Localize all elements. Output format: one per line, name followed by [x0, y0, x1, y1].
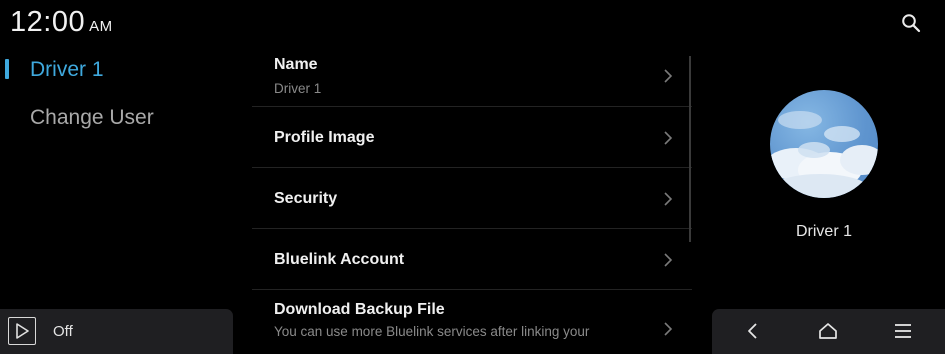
chevron-right-icon	[664, 131, 673, 145]
media-status-label: Off	[53, 323, 73, 340]
row-title: Profile Image	[274, 129, 375, 146]
row-title: Name	[274, 56, 318, 73]
profile-avatar[interactable]	[770, 90, 878, 198]
clock-time: 12:00	[10, 6, 86, 38]
home-button[interactable]	[816, 319, 840, 343]
row-title: Security	[274, 190, 338, 207]
settings-row-bluelink-account[interactable]: Bluelink Account	[252, 229, 692, 290]
search-button[interactable]	[898, 10, 924, 36]
list-scrollbar[interactable]	[689, 56, 691, 242]
row-title: Download Backup File	[274, 301, 445, 318]
back-icon	[748, 323, 757, 339]
chevron-right-icon	[664, 322, 673, 336]
chevron-right-icon	[664, 69, 673, 83]
sidebar-item-change-user[interactable]: Change User	[30, 106, 154, 130]
clock-ampm: AM	[89, 18, 113, 35]
back-button[interactable]	[741, 319, 765, 343]
search-icon	[902, 14, 921, 33]
menu-button[interactable]	[891, 319, 915, 343]
sidebar-active-indicator	[5, 59, 9, 79]
clock: 12:00 AM	[10, 6, 113, 39]
cloud-sky-image	[770, 111, 878, 198]
chevron-right-icon	[664, 253, 673, 267]
home-icon	[819, 323, 837, 339]
settings-row-name[interactable]: Name Driver 1	[252, 46, 692, 107]
menu-icon	[895, 324, 911, 338]
row-subtitle: Driver 1	[274, 81, 322, 96]
navigation-bar	[712, 309, 945, 354]
settings-row-security[interactable]: Security	[252, 168, 692, 229]
play-button[interactable]	[8, 317, 36, 345]
settings-list: Name Driver 1 Profile Image Security Blu…	[252, 46, 692, 354]
sidebar-item-driver-1[interactable]: Driver 1	[30, 58, 104, 82]
profile-name: Driver 1	[795, 223, 852, 240]
play-icon	[16, 323, 29, 339]
row-subtitle: You can use more Bluelink services after…	[274, 324, 590, 339]
media-bar: Off	[0, 309, 233, 354]
settings-row-download-backup[interactable]: Download Backup File You can use more Bl…	[252, 290, 692, 354]
row-title: Bluelink Account	[274, 251, 405, 268]
settings-row-profile-image[interactable]: Profile Image	[252, 107, 692, 168]
screen: 12:00 AM Driver 1 Change User Name Driver…	[0, 0, 945, 354]
chevron-right-icon	[664, 192, 673, 206]
